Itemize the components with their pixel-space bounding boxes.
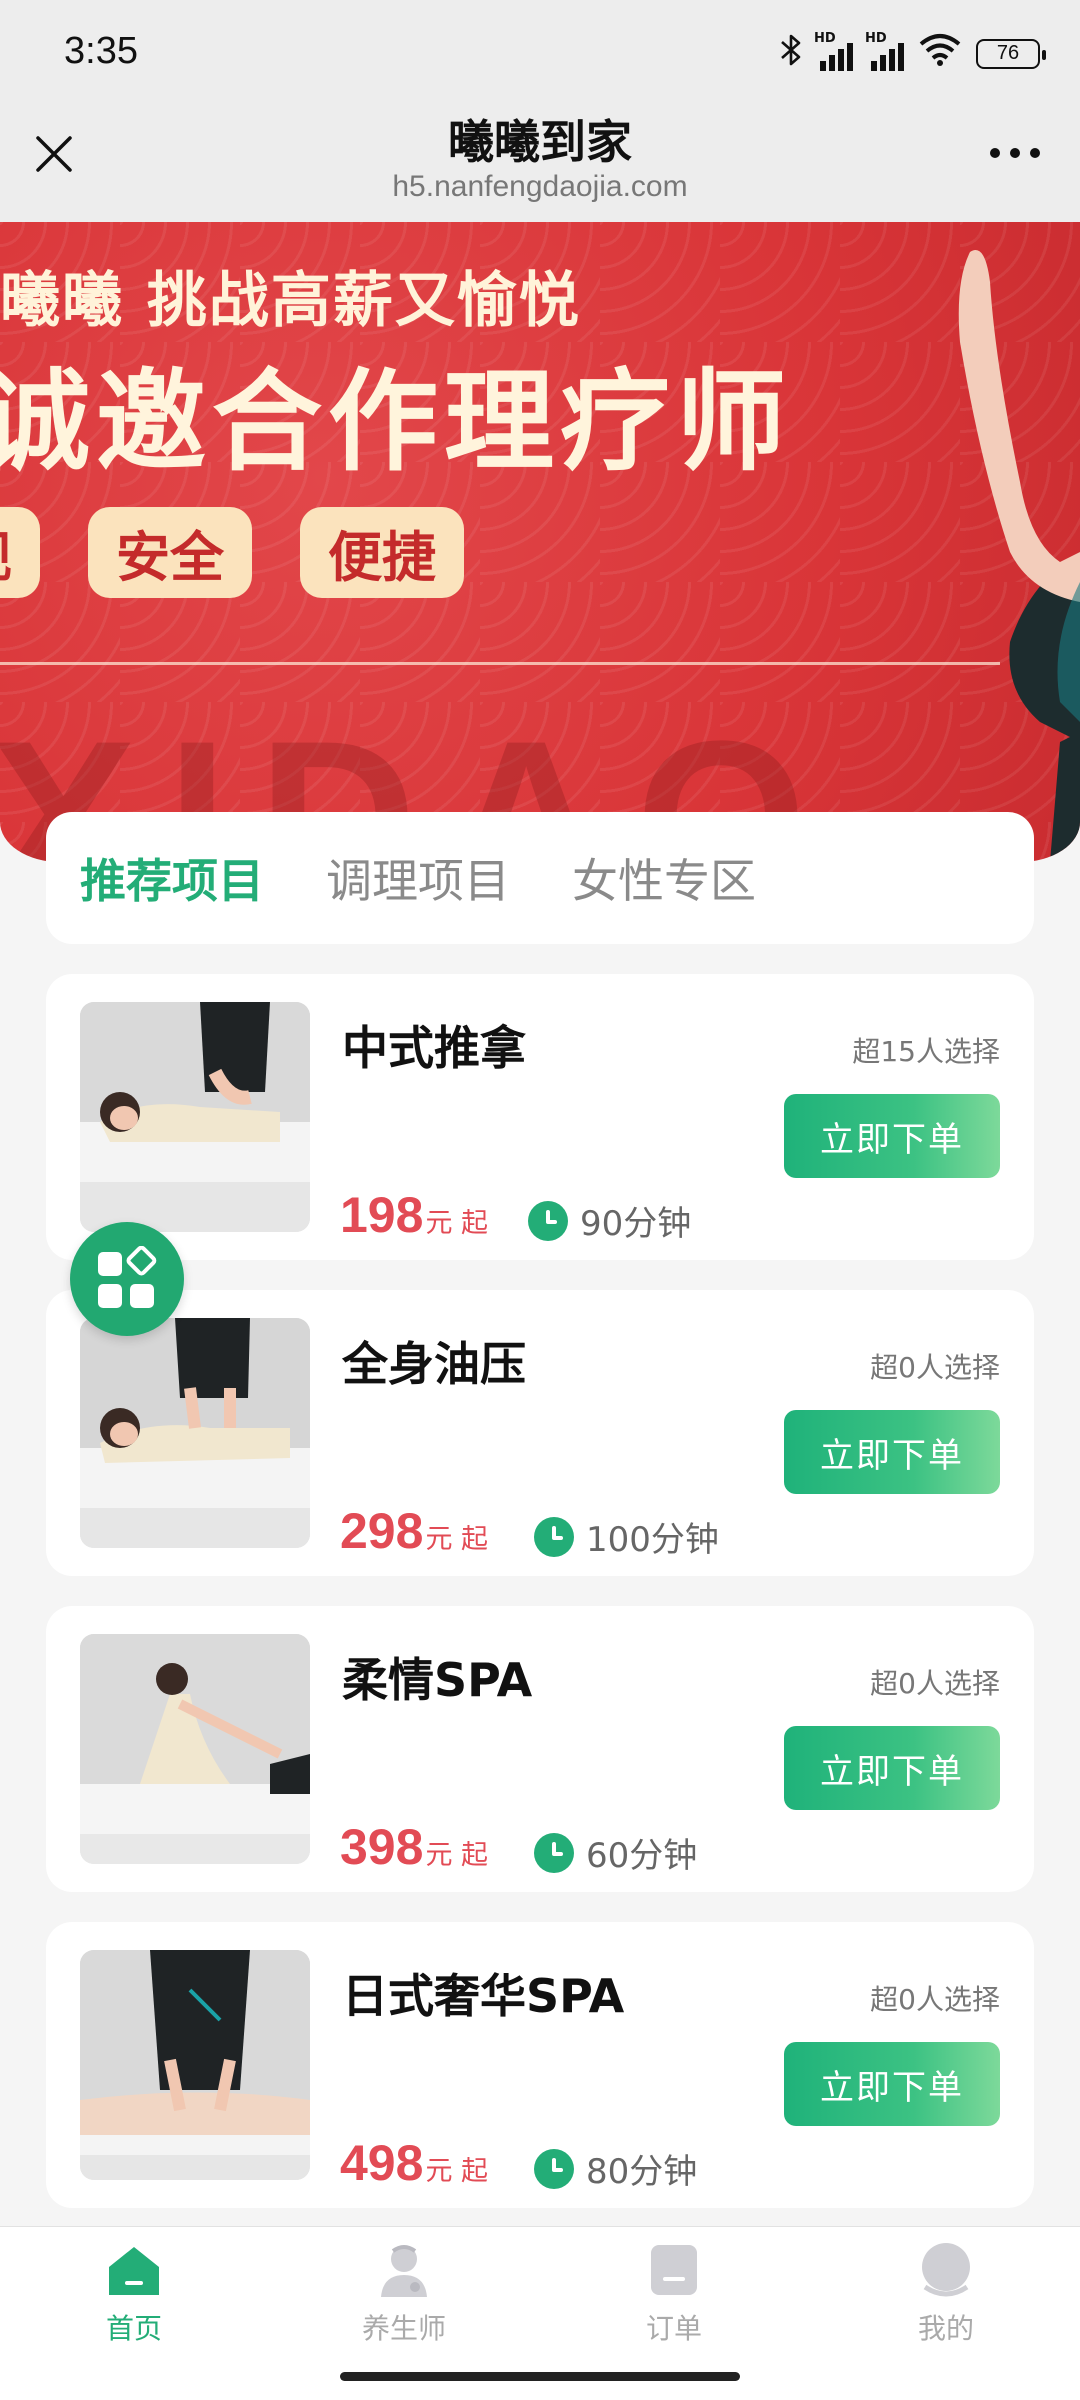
- signal-hd-label: HD: [814, 30, 836, 46]
- signal-hd-label-2: HD: [865, 30, 887, 46]
- order-now-button[interactable]: 立即下单: [784, 2042, 1000, 2126]
- status-time: 3:35: [64, 30, 138, 72]
- service-sold-count: 超0人选择: [870, 1667, 1000, 1700]
- banner-tag: 安全: [88, 507, 252, 598]
- service-price: 498元 起: [340, 2134, 488, 2192]
- order-now-button[interactable]: 立即下单: [784, 1410, 1000, 1494]
- order-now-button[interactable]: 立即下单: [784, 1726, 1000, 1810]
- tab-conditioning[interactable]: 调理项目: [326, 845, 510, 911]
- therapist-icon: [381, 2245, 427, 2297]
- service-name: 中式推拿: [342, 1021, 526, 1075]
- banner-model-image: [958, 250, 1080, 862]
- service-price: 198元 起: [340, 1186, 488, 1244]
- category-grid-button[interactable]: [70, 1222, 184, 1336]
- more-dot: [1010, 148, 1020, 158]
- clock-icon: [534, 2148, 574, 2189]
- tab-recommended[interactable]: 推荐项目: [80, 845, 264, 911]
- order-now-button[interactable]: 立即下单: [784, 1094, 1000, 1178]
- service-name: 全身油压: [342, 1337, 526, 1391]
- duration-text: 80分钟: [586, 2152, 698, 2192]
- nav-label: 订单: [645, 2312, 702, 2345]
- price-unit: 元 起: [425, 1524, 489, 1555]
- service-price: 298元 起: [340, 1502, 488, 1560]
- banner-divider: [0, 662, 1000, 665]
- grid-icon: [98, 1246, 157, 1308]
- page-title: 曦曦到家: [448, 115, 632, 169]
- signal-icon: HD: [814, 31, 853, 71]
- service-duration: 100分钟: [534, 1512, 719, 1561]
- nav-home[interactable]: 首页: [34, 2241, 234, 2347]
- app-screen: 3:35 HD HD 76 曦曦到家 h5.nanfengdaojia.com: [0, 0, 1080, 2400]
- clock-icon: [528, 1200, 568, 1241]
- price-unit: 元 起: [425, 1208, 489, 1239]
- more-button[interactable]: [980, 138, 1050, 168]
- banner-headline: 曦曦 挑战高薪又愉悦: [0, 266, 581, 336]
- service-card[interactable]: 中式推拿 超15人选择 立即下单 198元 起 90分钟: [46, 974, 1034, 1260]
- home-icon: [109, 2247, 159, 2295]
- home-indicator[interactable]: [340, 2372, 740, 2381]
- service-sold-count: 超0人选择: [870, 1983, 1000, 2016]
- banner-title: 诚邀合作理疗师: [0, 358, 792, 486]
- more-dot: [1030, 148, 1040, 158]
- battery-indicator: 76: [976, 38, 1046, 69]
- service-card[interactable]: 柔情SPA 超0人选择 立即下单 398元 起 60分钟: [46, 1606, 1034, 1892]
- duration-text: 90分钟: [580, 1204, 692, 1244]
- order-icon: [651, 2245, 697, 2295]
- price-value: 398: [340, 1819, 424, 1875]
- tab-women[interactable]: 女性专区: [572, 845, 756, 911]
- title-bar: 曦曦到家 h5.nanfengdaojia.com: [0, 100, 1080, 222]
- service-image: [80, 1634, 310, 1864]
- service-duration: 60分钟: [534, 1828, 697, 1877]
- status-bar: 3:35 HD HD 76: [0, 0, 1080, 100]
- price-unit: 元 起: [425, 1840, 489, 1871]
- service-duration: 90分钟: [528, 1196, 691, 1245]
- price-value: 498: [340, 2135, 424, 2191]
- service-image: [80, 1002, 310, 1232]
- banner-tag: 便捷: [300, 507, 464, 598]
- nav-therapist[interactable]: 养生师: [304, 2241, 504, 2347]
- service-card[interactable]: 日式奢华SPA 超0人选择 立即下单 498元 起 80分钟: [46, 1922, 1034, 2208]
- service-card[interactable]: 全身油压 超0人选择 立即下单 298元 起 100分钟: [46, 1290, 1034, 1576]
- service-sold-count: 超15人选择: [852, 1035, 1000, 1068]
- service-name: 柔情SPA: [342, 1653, 533, 1707]
- service-image: [80, 1950, 310, 2180]
- clock-icon: [534, 1516, 574, 1557]
- nav-orders[interactable]: 订单: [574, 2241, 774, 2347]
- service-name: 日式奢华SPA: [342, 1969, 625, 2023]
- wifi-icon: [918, 32, 962, 75]
- status-icons: HD HD 76: [780, 31, 1046, 75]
- service-sold-count: 超0人选择: [870, 1351, 1000, 1384]
- service-price: 398元 起: [340, 1818, 488, 1876]
- bluetooth-icon: [780, 33, 802, 75]
- price-value: 198: [340, 1187, 424, 1243]
- price-unit: 元 起: [425, 2156, 489, 2187]
- nav-profile[interactable]: 我的: [846, 2241, 1046, 2347]
- duration-text: 100分钟: [586, 1520, 719, 1560]
- clock-icon: [534, 1832, 574, 1873]
- profile-icon: [922, 2243, 970, 2297]
- nav-label: 首页: [105, 2312, 162, 2345]
- more-dots-icon: [990, 148, 1000, 158]
- category-tabs: 推荐项目 调理项目 女性专区: [46, 812, 1034, 944]
- page-url: h5.nanfengdaojia.com: [392, 170, 688, 203]
- signal-icon-2: HD: [865, 31, 904, 71]
- promo-banner[interactable]: 曦曦 挑战高薪又愉悦 诚邀合作理疗师 规 安全 便捷 XIDAO: [0, 222, 1080, 862]
- service-duration: 80分钟: [534, 2144, 697, 2193]
- banner-tags: 规 安全 便捷: [0, 507, 464, 598]
- nav-label: 养生师: [361, 2312, 446, 2345]
- nav-label: 我的: [917, 2312, 974, 2345]
- price-value: 298: [340, 1503, 424, 1559]
- service-image: [80, 1318, 310, 1548]
- duration-text: 60分钟: [586, 1836, 698, 1876]
- banner-tag: 规: [0, 507, 40, 598]
